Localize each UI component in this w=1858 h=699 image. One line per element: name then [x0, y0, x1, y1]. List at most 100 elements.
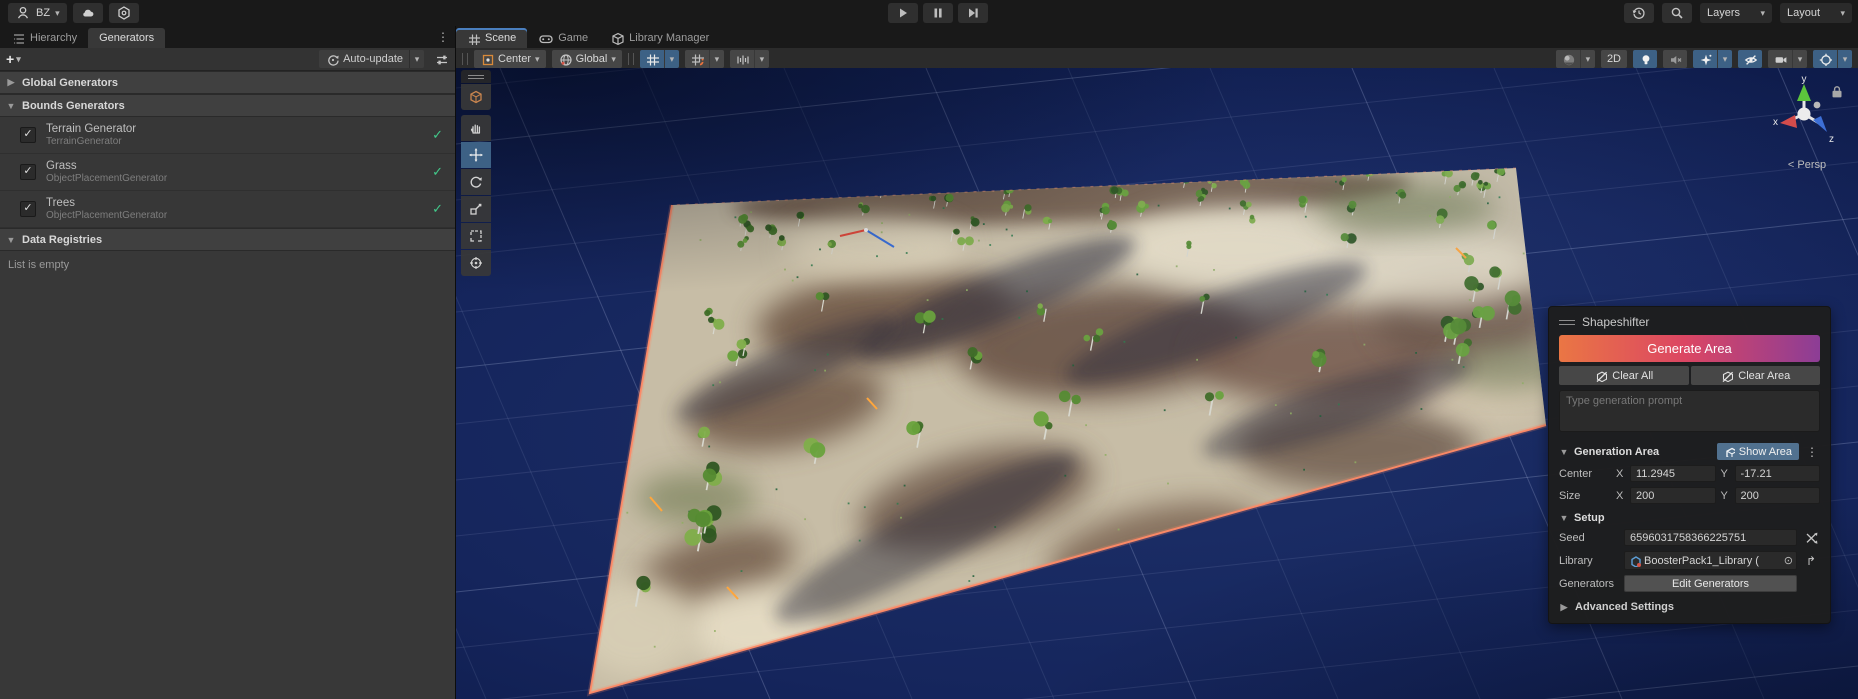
lighting-toggle[interactable] [1633, 50, 1657, 68]
audio-toggle[interactable] [1663, 50, 1687, 68]
draw-mode-dropdown[interactable]: ▾ [1580, 50, 1595, 68]
scale-tool[interactable] [461, 196, 491, 222]
setup-section-header[interactable]: ▼ Setup [1559, 512, 1820, 524]
layout-dropdown[interactable]: Layout ▾ [1780, 3, 1852, 23]
projection-label[interactable]: < Persp [1788, 159, 1826, 171]
rect-tool[interactable] [461, 223, 491, 249]
tab-scene[interactable]: Scene [456, 28, 527, 48]
tab-library-manager[interactable]: Library Manager [599, 28, 720, 48]
section-global-generators[interactable]: ▶ Global Generators [0, 71, 455, 94]
chevron-down-icon: ▾ [760, 55, 765, 64]
size-y-input[interactable] [1735, 487, 1821, 504]
advanced-settings-header[interactable]: ▶ Advanced Settings [1559, 601, 1820, 613]
auto-update-dropdown[interactable]: ▾ [409, 50, 424, 68]
seed-input[interactable] [1624, 529, 1797, 546]
tab-generators[interactable]: Generators [88, 28, 165, 48]
gizmos-toggle[interactable] [1813, 50, 1837, 68]
panel-menu-icon[interactable]: ⋮ [437, 30, 449, 44]
gizmos-dropdown[interactable]: ▾ [1837, 50, 1852, 68]
pause-icon [930, 5, 946, 21]
tab-game[interactable]: Game [527, 28, 599, 48]
size-x-input[interactable] [1630, 487, 1716, 504]
toolbar-grip[interactable] [628, 53, 634, 65]
show-area-button[interactable]: Show Area [1717, 443, 1799, 460]
enabled-checkbox[interactable]: ✓ [20, 127, 36, 143]
camera-settings-button[interactable] [1768, 50, 1792, 68]
toolbar-grip[interactable] [462, 53, 468, 65]
generator-row-terrain[interactable]: ✓ Terrain Generator TerrainGenerator ✓ [0, 117, 455, 154]
view-options-tool[interactable] [461, 84, 491, 110]
edit-generators-button[interactable]: Edit Generators [1624, 575, 1797, 592]
auto-update-button[interactable]: Auto-update [319, 50, 409, 68]
pan-tool[interactable] [461, 115, 491, 141]
chevron-down-icon: ▾ [1760, 9, 1765, 18]
clear-cube-icon [1594, 369, 1607, 382]
chevron-down-icon: ▾ [1843, 55, 1848, 64]
clear-area-button[interactable]: Clear Area [1691, 366, 1821, 385]
scene-visibility-toggle[interactable] [1738, 50, 1762, 68]
pivot-mode-dropdown[interactable]: Center ▾ [474, 50, 546, 68]
rotate-tool[interactable] [461, 169, 491, 195]
effects-dropdown[interactable]: ▾ [1717, 50, 1732, 68]
snap-increment-dropdown[interactable]: ▾ [754, 50, 769, 68]
effects-toggle[interactable] [1693, 50, 1717, 68]
move-tool[interactable] [461, 142, 491, 168]
scene-viewport[interactable]: y x z < Persp Shapeshifter Generate Area… [456, 68, 1858, 699]
camera-settings-dropdown[interactable]: ▾ [1792, 50, 1807, 68]
search-button[interactable] [1662, 3, 1692, 23]
generate-area-button[interactable]: Generate Area [1559, 335, 1820, 362]
axis-gizmo[interactable]: y x z < Persp [1767, 76, 1851, 176]
undo-history-button[interactable] [1624, 3, 1654, 23]
section-menu-icon[interactable]: ⋮ [1804, 445, 1820, 459]
cloud-services-button[interactable] [73, 3, 103, 23]
grid-snapping-dropdown[interactable]: ▾ [709, 50, 724, 68]
clear-cube-icon [1720, 369, 1733, 382]
lock-icon[interactable] [1833, 87, 1842, 98]
enabled-checkbox[interactable]: ✓ [20, 164, 36, 180]
add-generator-button[interactable]: + ▾ [6, 51, 21, 67]
section-bounds-generators[interactable]: ▼ Bounds Generators [0, 94, 455, 117]
grid-visibility-toggle[interactable] [640, 50, 664, 68]
toolstrip-handle[interactable] [461, 70, 491, 83]
enabled-checkbox[interactable]: ✓ [20, 201, 36, 217]
layers-dropdown[interactable]: Layers ▾ [1700, 3, 1772, 23]
pause-button[interactable] [923, 3, 953, 23]
chevron-down-icon: ▾ [16, 55, 21, 64]
generator-title: Terrain Generator [46, 122, 136, 136]
snap-increment-toggle[interactable] [730, 50, 754, 68]
grid-visibility-dropdown[interactable]: ▾ [664, 50, 679, 68]
play-button[interactable] [888, 3, 918, 23]
account-area: BZ ▾ [8, 3, 139, 23]
auto-update-label: Auto-update [343, 53, 403, 65]
2d-toggle[interactable]: 2D [1601, 50, 1627, 68]
account-button[interactable]: BZ ▾ [8, 3, 67, 23]
object-picker-icon[interactable]: ⊙ [1784, 554, 1793, 567]
generation-prompt-input[interactable] [1559, 390, 1820, 432]
clear-all-button[interactable]: Clear All [1559, 366, 1689, 385]
section-data-registries[interactable]: ▼ Data Registries [0, 228, 455, 251]
draw-mode-button[interactable] [1556, 50, 1580, 68]
library-object-field[interactable]: BoosterPack1_Library ( ⊙ [1624, 551, 1797, 570]
generator-settings-button[interactable] [434, 52, 449, 67]
transform-tool[interactable] [461, 250, 491, 276]
randomize-seed-button[interactable] [1802, 530, 1820, 545]
tab-hierarchy[interactable]: Hierarchy [0, 28, 88, 48]
z-axis-cone[interactable] [1813, 116, 1827, 132]
step-button[interactable] [958, 3, 988, 23]
y-axis-cone[interactable] [1797, 84, 1811, 101]
version-control-button[interactable] [109, 3, 139, 23]
open-library-button[interactable]: ↱ [1802, 554, 1820, 568]
grid-snapping-toggle[interactable] [685, 50, 709, 68]
generator-row-grass[interactable]: ✓ Grass ObjectPlacementGenerator ✓ [0, 154, 455, 191]
section-label: Setup [1574, 512, 1820, 524]
drag-handle-icon[interactable] [1559, 320, 1575, 325]
center-y-input[interactable] [1735, 465, 1821, 482]
transform-icon [468, 255, 484, 271]
shapeshifter-header[interactable]: Shapeshifter [1559, 313, 1820, 331]
x-axis-cone[interactable] [1780, 115, 1797, 128]
generation-area-section-header[interactable]: ▼ Generation Area Show Area ⋮ [1559, 443, 1820, 460]
generator-row-trees[interactable]: ✓ Trees ObjectPlacementGenerator ✓ [0, 191, 455, 228]
search-icon [1669, 5, 1685, 21]
center-x-input[interactable] [1630, 465, 1716, 482]
orientation-dropdown[interactable]: Global ▾ [552, 50, 622, 68]
